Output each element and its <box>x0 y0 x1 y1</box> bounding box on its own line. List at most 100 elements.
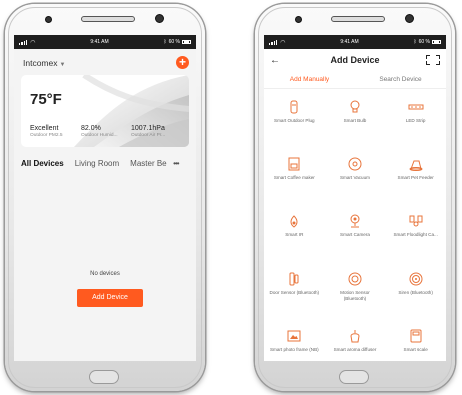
wifi-icon: ◠ <box>280 39 286 46</box>
phone-right: ◠ 9:41 AM ᛒ 60 % ← Add Device Add Manual… <box>255 4 455 391</box>
weather-card[interactable]: 75°F Excellent Outdoor PM2.5 82.0% Outdo… <box>21 75 189 147</box>
scan-icon[interactable] <box>426 55 440 65</box>
device-label: Smart Outdoor Plug <box>274 118 315 123</box>
device-tile[interactable]: Smart Pet Feeder <box>385 156 446 204</box>
more-rooms-icon[interactable]: ••• <box>173 159 179 168</box>
front-sensor <box>295 16 302 23</box>
door-sensor-icon <box>286 271 302 287</box>
motion-sensor-icon <box>347 271 363 287</box>
scale-icon <box>408 328 424 344</box>
add-mode-tabs: Add Manually Search Device <box>264 71 446 89</box>
device-label: Smart Pet Feeder <box>397 175 434 181</box>
battery-percent: 60 % <box>418 39 430 45</box>
device-label: LED Strip <box>405 118 426 123</box>
device-tile[interactable]: Smart Vacuum <box>325 156 386 204</box>
device-tile[interactable]: Smart Bulb <box>325 99 386 147</box>
floodlight-icon <box>408 213 424 229</box>
metric-label: Outdoor Humid... <box>81 133 118 138</box>
stage: ◠ 9:41 AM ᛒ 60 % Intcomex ▼ + 75°F Excel… <box>0 0 462 395</box>
back-arrow-icon[interactable]: ← <box>270 55 284 66</box>
device-label: Smart Camera <box>340 232 370 238</box>
device-label: Smart photo frame (NB) <box>269 346 319 352</box>
add-device-button[interactable]: Add Device <box>77 289 143 307</box>
metric-value: Excellent <box>30 125 59 132</box>
status-time: 9:41 AM <box>90 39 109 45</box>
home-selector[interactable]: Intcomex ▼ <box>23 58 65 68</box>
battery-icon <box>432 39 441 45</box>
metric-label: Outdoor PM2.5 <box>30 133 63 138</box>
device-tile[interactable]: Smart Outdoor Plug <box>264 99 325 147</box>
earpiece-speaker <box>81 16 135 22</box>
device-label: Smart scale <box>403 346 428 352</box>
device-label: Smart aroma diffuser <box>333 346 377 352</box>
battery-indicator: ᛒ 60 % <box>414 39 441 45</box>
phone-left: ◠ 9:41 AM ᛒ 60 % Intcomex ▼ + 75°F Excel… <box>5 4 205 391</box>
device-label: Smart Coffee maker <box>273 175 315 181</box>
signal-icon <box>19 39 28 45</box>
outdoor-plug-icon <box>286 99 302 115</box>
home-screen: ◠ 9:41 AM ᛒ 60 % Intcomex ▼ + 75°F Excel… <box>14 35 196 361</box>
bulb-icon <box>347 99 363 115</box>
status-time: 9:41 AM <box>340 39 359 45</box>
device-label: Smart Bulb <box>343 118 367 123</box>
photo-frame-icon <box>286 328 302 344</box>
camera-icon <box>347 213 363 229</box>
device-tile[interactable]: Smart aroma diffuser <box>325 328 386 361</box>
tab-living-room[interactable]: Living Room <box>75 159 119 168</box>
earpiece-speaker <box>331 16 385 22</box>
pet-feeder-icon <box>408 156 424 172</box>
battery-icon <box>182 39 191 45</box>
nav-bar: ← Add Device <box>264 49 446 71</box>
plus-icon: + <box>178 55 186 69</box>
device-tile[interactable]: Smart photo frame (NB) <box>264 328 325 361</box>
siren-icon <box>408 271 424 287</box>
vacuum-icon <box>347 156 363 172</box>
temperature: 75°F <box>30 91 62 108</box>
led-strip-icon <box>408 99 424 115</box>
device-tile[interactable]: LED Strip <box>385 99 446 147</box>
device-tile[interactable]: Door Sensor (Bluetooth) <box>264 271 325 319</box>
device-label: Door Sensor (Bluetooth) <box>269 289 320 295</box>
device-tile[interactable]: Motion Sensor (Bluetooth) <box>325 271 386 319</box>
metric-humidity: 82.0% Outdoor Humid... <box>81 125 118 138</box>
aroma-diffuser-icon <box>347 328 363 344</box>
front-sensor <box>45 16 52 23</box>
add-device-screen: ◠ 9:41 AM ᛒ 60 % ← Add Device Add Manual… <box>264 35 446 361</box>
battery-indicator: ᛒ 60 % <box>164 39 191 45</box>
ir-icon <box>286 213 302 229</box>
signal-icon <box>269 39 278 45</box>
device-tile[interactable]: Smart Coffee maker <box>264 156 325 204</box>
home-button[interactable] <box>89 370 119 384</box>
metric-label: Outdoor Air Pr... <box>131 133 166 138</box>
wifi-icon: ◠ <box>30 39 36 46</box>
caret-down-icon: ▼ <box>59 61 66 68</box>
tab-master-bedroom[interactable]: Master Be <box>130 159 168 168</box>
signal-wifi: ◠ <box>269 39 285 46</box>
metric-value: 82.0% <box>81 125 101 132</box>
tab-all-devices[interactable]: All Devices <box>21 159 64 168</box>
tab-search-device[interactable]: Search Device <box>355 76 446 83</box>
add-circle-button[interactable]: + <box>176 56 189 69</box>
device-tile[interactable]: Smart Camera <box>325 213 386 261</box>
empty-state-text: No devices <box>90 271 120 277</box>
signal-wifi: ◠ <box>19 39 35 46</box>
tab-add-manually[interactable]: Add Manually <box>264 76 355 83</box>
device-tile[interactable]: Smart IR <box>264 213 325 261</box>
device-tile[interactable]: Siren (Bluetooth) <box>385 271 446 319</box>
coffee-maker-icon <box>286 156 302 172</box>
home-button[interactable] <box>339 370 369 384</box>
front-camera <box>155 14 164 23</box>
device-label: Motion Sensor (Bluetooth) <box>340 289 370 301</box>
home-header: Intcomex ▼ + <box>14 49 196 69</box>
device-label: Smart IR <box>285 232 304 238</box>
home-name: Intcomex <box>23 57 58 68</box>
status-bar: ◠ 9:41 AM ᛒ 60 % <box>264 35 446 49</box>
bluetooth-icon: ᛒ <box>163 39 167 45</box>
device-tile[interactable]: Smart scale <box>385 328 446 361</box>
device-label: Smart Floodlight Ca... <box>393 232 438 238</box>
metric-pm25: Excellent Outdoor PM2.5 <box>30 125 63 138</box>
device-label: Smart Vacuum <box>339 175 370 181</box>
device-tile[interactable]: Smart Floodlight Ca... <box>385 213 446 261</box>
page-title: Add Device <box>330 55 380 65</box>
metric-value: 1007.1hPa <box>131 125 165 132</box>
